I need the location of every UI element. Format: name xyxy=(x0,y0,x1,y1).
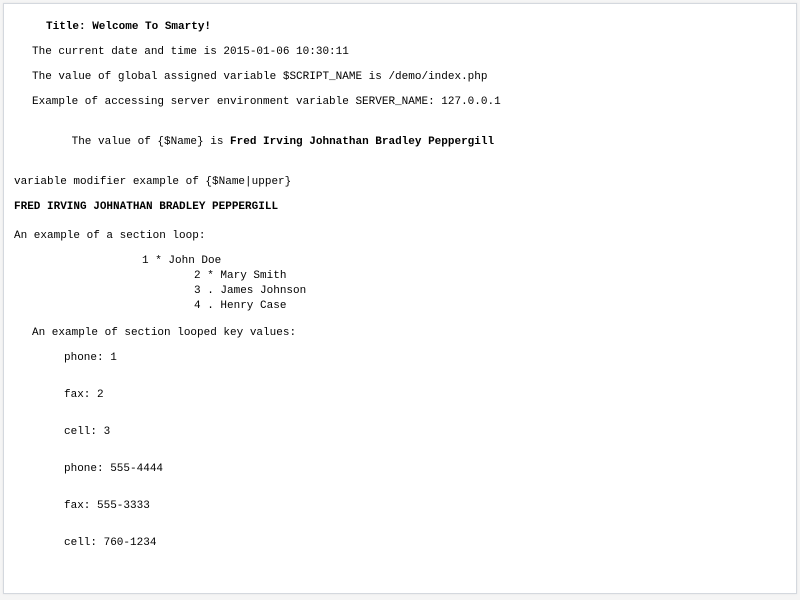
document-viewport: Title: Welcome To Smarty! The current da… xyxy=(3,3,797,594)
document-body: Title: Welcome To Smarty! The current da… xyxy=(4,4,796,594)
name-upper: FRED IRVING JOHNATHAN BRADLEY PEPPERGILL xyxy=(14,200,796,215)
loop-item: 1 * John Doe xyxy=(14,254,796,269)
kv-pair: fax: 2 xyxy=(14,388,796,403)
kv-pair: phone: 555-4444 xyxy=(14,462,796,477)
kv-pair: fax: 555-3333 xyxy=(14,499,796,514)
scriptname-line: The value of global assigned variable $S… xyxy=(14,70,796,85)
servername-line: Example of accessing server environment … xyxy=(14,95,796,110)
modifier-line: variable modifier example of {$Name|uppe… xyxy=(14,175,796,190)
kv-pair: cell: 760-1234 xyxy=(14,536,796,551)
kv-header: An example of section looped key values: xyxy=(14,326,796,341)
name-line: The value of {$Name} is Fred Irving John… xyxy=(14,120,796,165)
loop-item: 2 * Mary Smith xyxy=(14,269,796,284)
kv-pair: phone: 1 xyxy=(14,351,796,366)
page-title: Title: Welcome To Smarty! xyxy=(14,20,796,35)
datetime-line: The current date and time is 2015-01-06 … xyxy=(14,45,796,60)
loop-item: 4 . Henry Case xyxy=(14,299,796,314)
name-line-prefix: The value of {$Name} is xyxy=(72,136,230,148)
section-loop-header: An example of a section loop: xyxy=(14,229,796,244)
kv-pair: cell: 3 xyxy=(14,425,796,440)
loop-item: 3 . James Johnson xyxy=(14,284,796,299)
name-value: Fred Irving Johnathan Bradley Peppergill xyxy=(230,136,494,148)
